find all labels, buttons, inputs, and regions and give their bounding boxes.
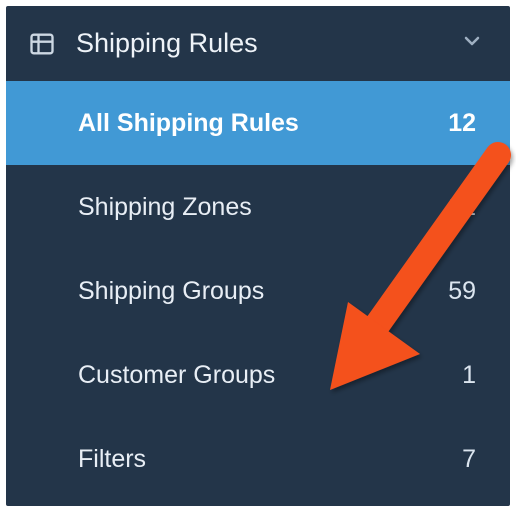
nav-item-count: 12 (448, 109, 476, 138)
nav-item-count: 1 (462, 361, 476, 390)
nav-item-label: Shipping Groups (78, 277, 264, 306)
section-title: Shipping Rules (76, 28, 460, 59)
nav-item-label: Shipping Zones (78, 193, 252, 222)
sidebar: Shipping Rules All Shipping Rules 12 Shi… (6, 6, 510, 506)
nav-item-all-shipping-rules[interactable]: All Shipping Rules 12 (6, 81, 510, 165)
section-header[interactable]: Shipping Rules (6, 6, 510, 81)
nav-item-shipping-zones[interactable]: Shipping Zones 22 (6, 165, 510, 249)
nav-item-label: Filters (78, 445, 146, 474)
nav-item-shipping-groups[interactable]: Shipping Groups 59 (6, 249, 510, 333)
nav-item-label: Customer Groups (78, 361, 275, 390)
nav-item-count: 7 (462, 445, 476, 474)
chevron-down-icon[interactable] (460, 29, 484, 58)
nav-item-label: All Shipping Rules (78, 109, 299, 138)
nav-item-count: 22 (448, 193, 476, 222)
nav-item-customer-groups[interactable]: Customer Groups 1 (6, 333, 510, 417)
nav-list: All Shipping Rules 12 Shipping Zones 22 … (6, 81, 510, 501)
list-icon (28, 30, 56, 58)
nav-item-count: 59 (448, 277, 476, 306)
nav-item-filters[interactable]: Filters 7 (6, 417, 510, 501)
